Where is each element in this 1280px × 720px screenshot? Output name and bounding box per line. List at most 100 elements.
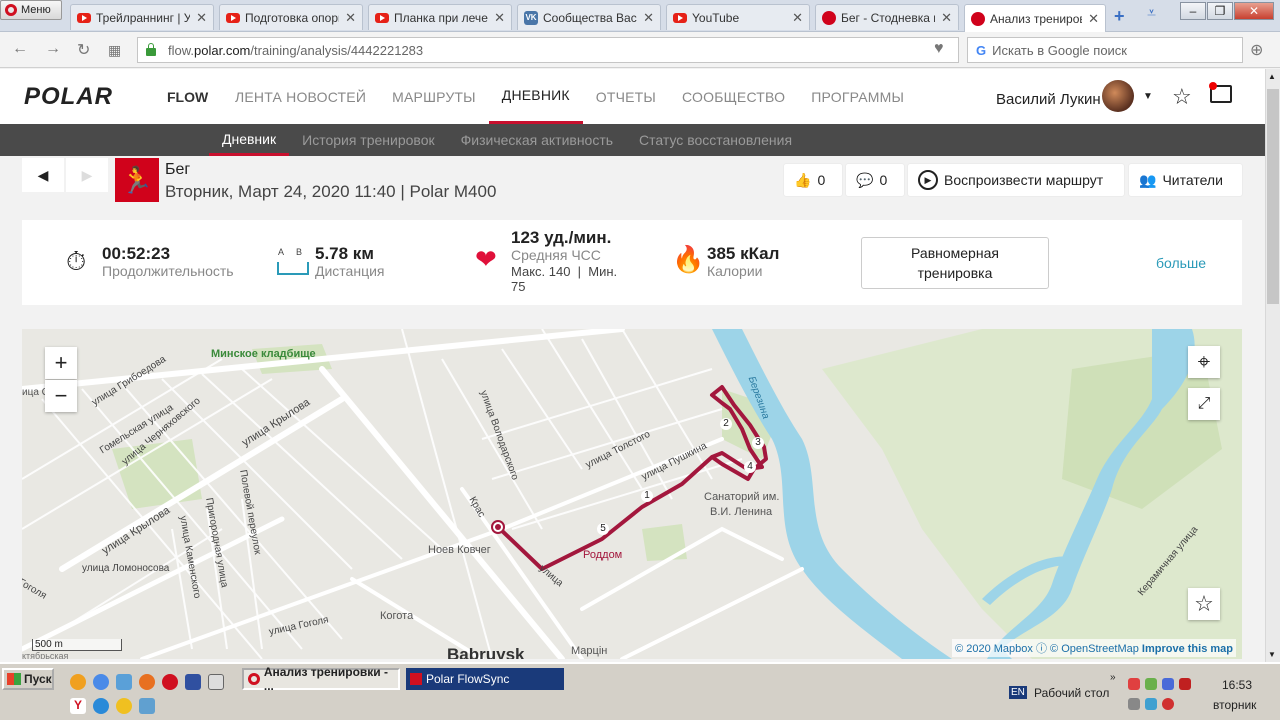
- maximize-icon[interactable]: ❐: [1207, 2, 1233, 20]
- tray-icon[interactable]: [1162, 698, 1174, 710]
- tray-icon[interactable]: [1145, 678, 1157, 690]
- sub-nav: Дневник История тренировок Физическая ак…: [0, 124, 1265, 156]
- activity-date: Вторник, Март 24, 2020 11:40 | Polar M40…: [165, 182, 497, 201]
- distance-label: Дистанция: [315, 263, 385, 279]
- calculator-icon[interactable]: [208, 674, 224, 690]
- comment-icon: 💬: [856, 171, 874, 188]
- distance-value: 5.78 км: [315, 244, 374, 263]
- close-tab-icon[interactable]: ✕: [1088, 11, 1099, 27]
- star-icon[interactable]: ☆: [1172, 84, 1192, 110]
- close-tab-icon[interactable]: ✕: [643, 10, 654, 26]
- opera-menu-button[interactable]: Меню: [0, 0, 62, 20]
- search-input[interactable]: G Искать в Google поиск: [967, 37, 1243, 63]
- browser-tab[interactable]: VKСообщества Васил✕: [517, 4, 661, 30]
- tray-icon[interactable]: [1128, 698, 1140, 710]
- google-icon: G: [976, 42, 987, 58]
- route-map[interactable]: 1 2 3 4 5 Минское кладбище ица С улица Г…: [22, 329, 1242, 659]
- yandex-icon[interactable]: Y: [70, 698, 86, 714]
- scrollbar-thumb[interactable]: [1267, 89, 1279, 304]
- training-type-button[interactable]: Равномерная тренировка: [861, 237, 1049, 289]
- km-marker: 1: [641, 490, 653, 502]
- scroll-down-icon[interactable]: ▼: [1268, 650, 1276, 659]
- subnav-activity[interactable]: Физическая активность: [448, 124, 626, 156]
- nav-reports[interactable]: ОТЧЕТЫ: [583, 69, 669, 124]
- nav-community[interactable]: СООБЩЕСТВО: [669, 69, 798, 124]
- new-tab-icon[interactable]: +: [1114, 6, 1125, 27]
- favorite-route-button[interactable]: ☆: [1188, 588, 1220, 620]
- task-flowsync[interactable]: Polar FlowSync: [406, 668, 564, 690]
- avatar[interactable]: [1102, 80, 1134, 112]
- next-button[interactable]: ▶: [66, 158, 108, 192]
- comment-button[interactable]: 💬 0: [846, 164, 904, 196]
- browser-tab[interactable]: Планка при лечени✕: [368, 4, 512, 30]
- download-icon[interactable]: ⊕: [1250, 40, 1263, 60]
- tray-icon[interactable]: [1128, 678, 1140, 690]
- locate-button[interactable]: ⌖: [1188, 346, 1220, 378]
- polar-logo[interactable]: POLAR: [24, 83, 113, 111]
- forward-icon[interactable]: →: [45, 40, 61, 58]
- opera-icon[interactable]: [162, 674, 178, 690]
- browser-tab[interactable]: YouTube ✕: [666, 4, 810, 30]
- task-browser[interactable]: Анализ тренировки - ...: [242, 665, 400, 693]
- shield-icon[interactable]: [1179, 678, 1191, 690]
- map-label: ктябрьская: [22, 651, 69, 659]
- tab-list-icon[interactable]: ⩡: [1147, 5, 1156, 23]
- save-icon[interactable]: [185, 674, 201, 690]
- map-label: Минское кладбище: [211, 348, 316, 360]
- browser-tab-active[interactable]: Анализ тренирово ✕: [964, 4, 1106, 32]
- flame-icon: 🔥: [672, 244, 705, 274]
- zoom-out-button[interactable]: −: [45, 380, 77, 412]
- subnav-diary[interactable]: Дневник: [209, 124, 290, 156]
- chevron-right-icon[interactable]: »: [1110, 672, 1116, 683]
- nav-feed[interactable]: ЛЕНТА НОВОСТЕЙ: [222, 69, 379, 124]
- app-quicklaunch-icon[interactable]: [139, 698, 155, 714]
- close-tab-icon[interactable]: ✕: [196, 10, 207, 26]
- more-link[interactable]: больше: [1156, 255, 1206, 271]
- close-tab-icon[interactable]: ✕: [941, 10, 952, 26]
- language-indicator[interactable]: EN: [1009, 686, 1027, 699]
- reload-icon[interactable]: ↻: [77, 40, 90, 60]
- clock-time[interactable]: 16:53: [1222, 678, 1252, 692]
- close-tab-icon[interactable]: ✕: [494, 10, 505, 26]
- tray-icon[interactable]: [1162, 678, 1174, 690]
- chevron-down-icon[interactable]: ▼: [1143, 91, 1153, 102]
- opera-icon: [5, 4, 17, 16]
- like-button[interactable]: 👍 0: [784, 164, 842, 196]
- page-scrollbar[interactable]: ▲ ▼: [1265, 69, 1280, 662]
- scroll-up-icon[interactable]: ▲: [1268, 72, 1276, 81]
- nav-programs[interactable]: ПРОГРАММЫ: [798, 69, 917, 124]
- heart-bookmark-icon[interactable]: ♥: [934, 40, 944, 58]
- desktop-toolbar[interactable]: Рабочий стол: [1034, 686, 1109, 700]
- browser-tab[interactable]: Бег - Стодневка п ✕: [815, 4, 959, 30]
- prev-button[interactable]: ◀: [22, 158, 64, 192]
- nav-routes[interactable]: МАРШРУТЫ: [379, 69, 489, 124]
- subnav-history[interactable]: История тренировок: [289, 124, 447, 156]
- back-icon[interactable]: ←: [12, 40, 28, 58]
- minimize-icon[interactable]: –: [1180, 2, 1206, 20]
- fullscreen-button[interactable]: ⤢: [1188, 388, 1220, 420]
- close-window-icon[interactable]: ✕: [1234, 2, 1274, 20]
- url-input[interactable]: flow. polar.com/training/analysis/4442221…: [137, 37, 959, 63]
- user-name[interactable]: Василий Лукин: [996, 91, 1101, 108]
- network-icon[interactable]: [1145, 698, 1157, 710]
- speed-dial-icon[interactable]: ▦: [108, 42, 121, 59]
- app-quicklaunch-icon[interactable]: [116, 674, 132, 690]
- close-tab-icon[interactable]: ✕: [792, 10, 803, 26]
- browser-tab[interactable]: Трейлраннинг | Упр✕: [70, 4, 214, 30]
- chrome-icon[interactable]: [93, 674, 109, 690]
- replay-route-button[interactable]: ▶ Воспроизвести маршрут: [908, 164, 1124, 196]
- zoom-in-button[interactable]: +: [45, 347, 77, 379]
- browser-tab[interactable]: Подготовка опорн ✕: [219, 4, 363, 30]
- app-quicklaunch-icon[interactable]: [70, 674, 86, 690]
- readers-button[interactable]: 👥 Читатели: [1129, 164, 1242, 196]
- media-icon[interactable]: [116, 698, 132, 714]
- nav-diary[interactable]: ДНЕВНИК: [488, 69, 583, 124]
- ruler-icon: [277, 262, 309, 275]
- subnav-recovery[interactable]: Статус восстановления: [626, 124, 805, 156]
- start-button[interactable]: Пуск: [2, 668, 54, 690]
- notification-badge: [1209, 82, 1217, 90]
- duration-label: Продолжительность: [102, 263, 234, 279]
- close-tab-icon[interactable]: ✕: [345, 10, 356, 26]
- firefox-icon[interactable]: [139, 674, 155, 690]
- ie-icon[interactable]: [93, 698, 109, 714]
